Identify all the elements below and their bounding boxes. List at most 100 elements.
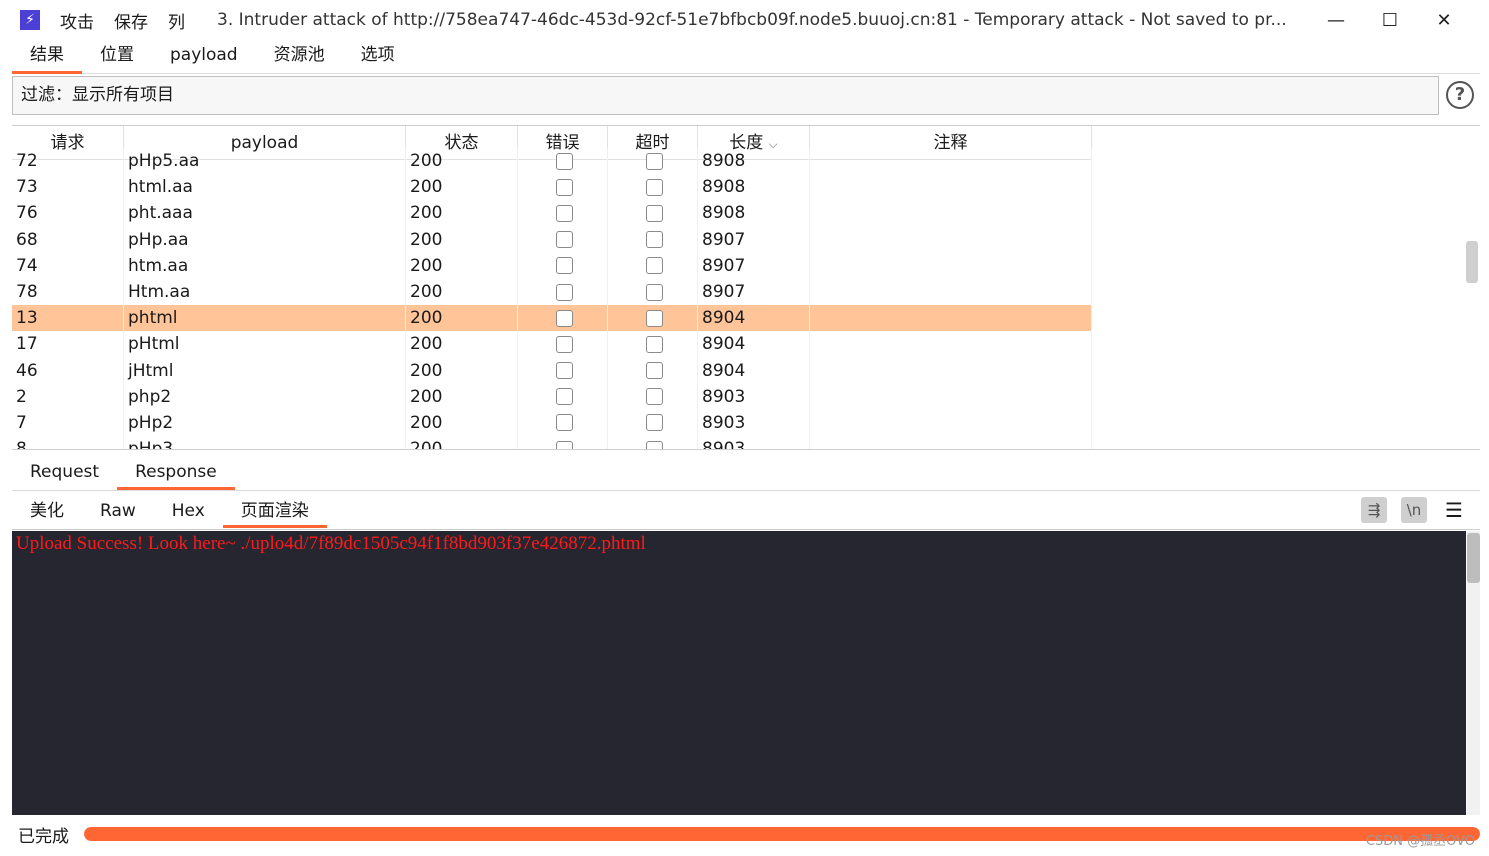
table-row[interactable]: 17 pHtml 200 8904: [12, 331, 1092, 358]
close-icon[interactable]: ✕: [1417, 10, 1471, 31]
cell-length: 8908: [698, 200, 810, 227]
checkbox-icon[interactable]: [556, 152, 573, 170]
tab-raw[interactable]: Raw: [82, 494, 154, 528]
table-row[interactable]: 13 phtml 200 8904: [12, 305, 1092, 332]
cell-status: 200: [406, 357, 518, 384]
checkbox-icon[interactable]: [646, 178, 663, 196]
tab-render[interactable]: 页面渲染: [222, 494, 327, 528]
checkbox-icon[interactable]: [646, 257, 663, 275]
tab-pretty[interactable]: 美化: [12, 494, 82, 528]
cell-comment: [810, 252, 1092, 279]
table-row[interactable]: 78 Htm.aa 200 8907: [12, 278, 1092, 306]
table-scrollbar[interactable]: [1466, 241, 1478, 283]
checkbox-icon[interactable]: [556, 257, 573, 275]
checkbox-icon[interactable]: [646, 204, 663, 222]
cell-length: 8904: [698, 305, 810, 332]
error-checkbox[interactable]: [518, 357, 608, 384]
checkbox-icon[interactable]: [646, 440, 663, 449]
table-row[interactable]: 72 pHp5.aa 200 8908: [12, 148, 1092, 175]
error-checkbox[interactable]: [518, 200, 608, 227]
tab-payloads[interactable]: payload: [152, 40, 256, 74]
timeout-checkbox[interactable]: [608, 409, 698, 437]
checkbox-icon[interactable]: [646, 388, 663, 406]
tab-request[interactable]: Request: [12, 456, 117, 490]
timeout-checkbox[interactable]: [608, 200, 698, 227]
menu-attack[interactable]: 攻击: [60, 8, 94, 33]
checkbox-icon[interactable]: [556, 335, 573, 353]
window-controls: — ☐ ✕: [1309, 0, 1471, 40]
tab-resource-pool[interactable]: 资源池: [256, 40, 343, 74]
menu-save[interactable]: 保存: [114, 8, 148, 33]
timeout-checkbox[interactable]: [608, 383, 698, 410]
hamburger-menu-icon[interactable]: ☰: [1441, 497, 1467, 523]
timeout-checkbox[interactable]: [608, 331, 698, 358]
timeout-checkbox[interactable]: [608, 148, 698, 175]
view-tabs: 美化 Raw Hex 页面渲染: [12, 494, 1480, 530]
cell-status: 200: [406, 331, 518, 358]
checkbox-icon[interactable]: [646, 152, 663, 170]
help-icon[interactable]: ?: [1446, 81, 1474, 109]
timeout-checkbox[interactable]: [608, 278, 698, 306]
error-checkbox[interactable]: [518, 409, 608, 437]
cell-comment: [810, 383, 1092, 410]
wrap-lines-icon[interactable]: ⇶: [1361, 497, 1387, 523]
maximize-icon[interactable]: ☐: [1363, 10, 1417, 31]
tab-positions[interactable]: 位置: [82, 40, 152, 74]
cell-length: 8903: [698, 436, 810, 449]
tab-options[interactable]: 选项: [343, 40, 413, 74]
timeout-checkbox[interactable]: [608, 305, 698, 332]
table-row[interactable]: 74 htm.aa 200 8907: [12, 252, 1092, 279]
cell-length: 8904: [698, 357, 810, 384]
checkbox-icon[interactable]: [646, 335, 663, 353]
error-checkbox[interactable]: [518, 252, 608, 279]
checkbox-icon[interactable]: [646, 283, 663, 301]
checkbox-icon[interactable]: [556, 204, 573, 222]
cell-comment: [810, 357, 1092, 384]
cell-length: 8903: [698, 383, 810, 410]
cell-status: 200: [406, 409, 518, 437]
table-row[interactable]: 76 pht.aaa 200 8908: [12, 200, 1092, 227]
tab-hex[interactable]: Hex: [154, 494, 223, 528]
error-checkbox[interactable]: [518, 305, 608, 332]
table-row[interactable]: 7 pHp2 200 8903: [12, 409, 1092, 437]
cell-status: 200: [406, 278, 518, 306]
filter-bar[interactable]: 过滤：显示所有项目: [12, 76, 1439, 115]
checkbox-icon[interactable]: [646, 362, 663, 380]
table-row[interactable]: 8 pHp3 200 8903: [12, 436, 1092, 449]
error-checkbox[interactable]: [518, 226, 608, 253]
checkbox-icon[interactable]: [556, 414, 573, 432]
error-checkbox[interactable]: [518, 436, 608, 449]
checkbox-icon[interactable]: [556, 362, 573, 380]
timeout-checkbox[interactable]: [608, 226, 698, 253]
table-row[interactable]: 73 html.aa 200 8908: [12, 174, 1092, 201]
error-checkbox[interactable]: [518, 278, 608, 306]
error-checkbox[interactable]: [518, 148, 608, 175]
checkbox-icon[interactable]: [556, 309, 573, 327]
cell-length: 8907: [698, 226, 810, 253]
timeout-checkbox[interactable]: [608, 357, 698, 384]
tab-response[interactable]: Response: [117, 456, 235, 490]
error-checkbox[interactable]: [518, 174, 608, 201]
checkbox-icon[interactable]: [646, 231, 663, 249]
titlebar: ⚡ 攻击 保存 列 3. Intruder attack of http://7…: [0, 0, 1489, 40]
menu-columns[interactable]: 列: [168, 8, 185, 33]
checkbox-icon[interactable]: [556, 178, 573, 196]
error-checkbox[interactable]: [518, 331, 608, 358]
checkbox-icon[interactable]: [556, 440, 573, 449]
checkbox-icon[interactable]: [556, 231, 573, 249]
checkbox-icon[interactable]: [646, 309, 663, 327]
checkbox-icon[interactable]: [556, 388, 573, 406]
timeout-checkbox[interactable]: [608, 436, 698, 449]
render-scrollbar-thumb[interactable]: [1467, 533, 1480, 583]
checkbox-icon[interactable]: [646, 414, 663, 432]
table-row[interactable]: 46 jHtml 200 8904: [12, 357, 1092, 384]
timeout-checkbox[interactable]: [608, 252, 698, 279]
timeout-checkbox[interactable]: [608, 174, 698, 201]
checkbox-icon[interactable]: [556, 283, 573, 301]
minimize-icon[interactable]: —: [1309, 10, 1363, 31]
table-row[interactable]: 68 pHp.aa 200 8907: [12, 226, 1092, 253]
error-checkbox[interactable]: [518, 383, 608, 410]
show-newlines-icon[interactable]: \n: [1401, 497, 1427, 523]
table-row[interactable]: 2 php2 200 8903: [12, 383, 1092, 410]
tab-results[interactable]: 结果: [12, 40, 82, 74]
